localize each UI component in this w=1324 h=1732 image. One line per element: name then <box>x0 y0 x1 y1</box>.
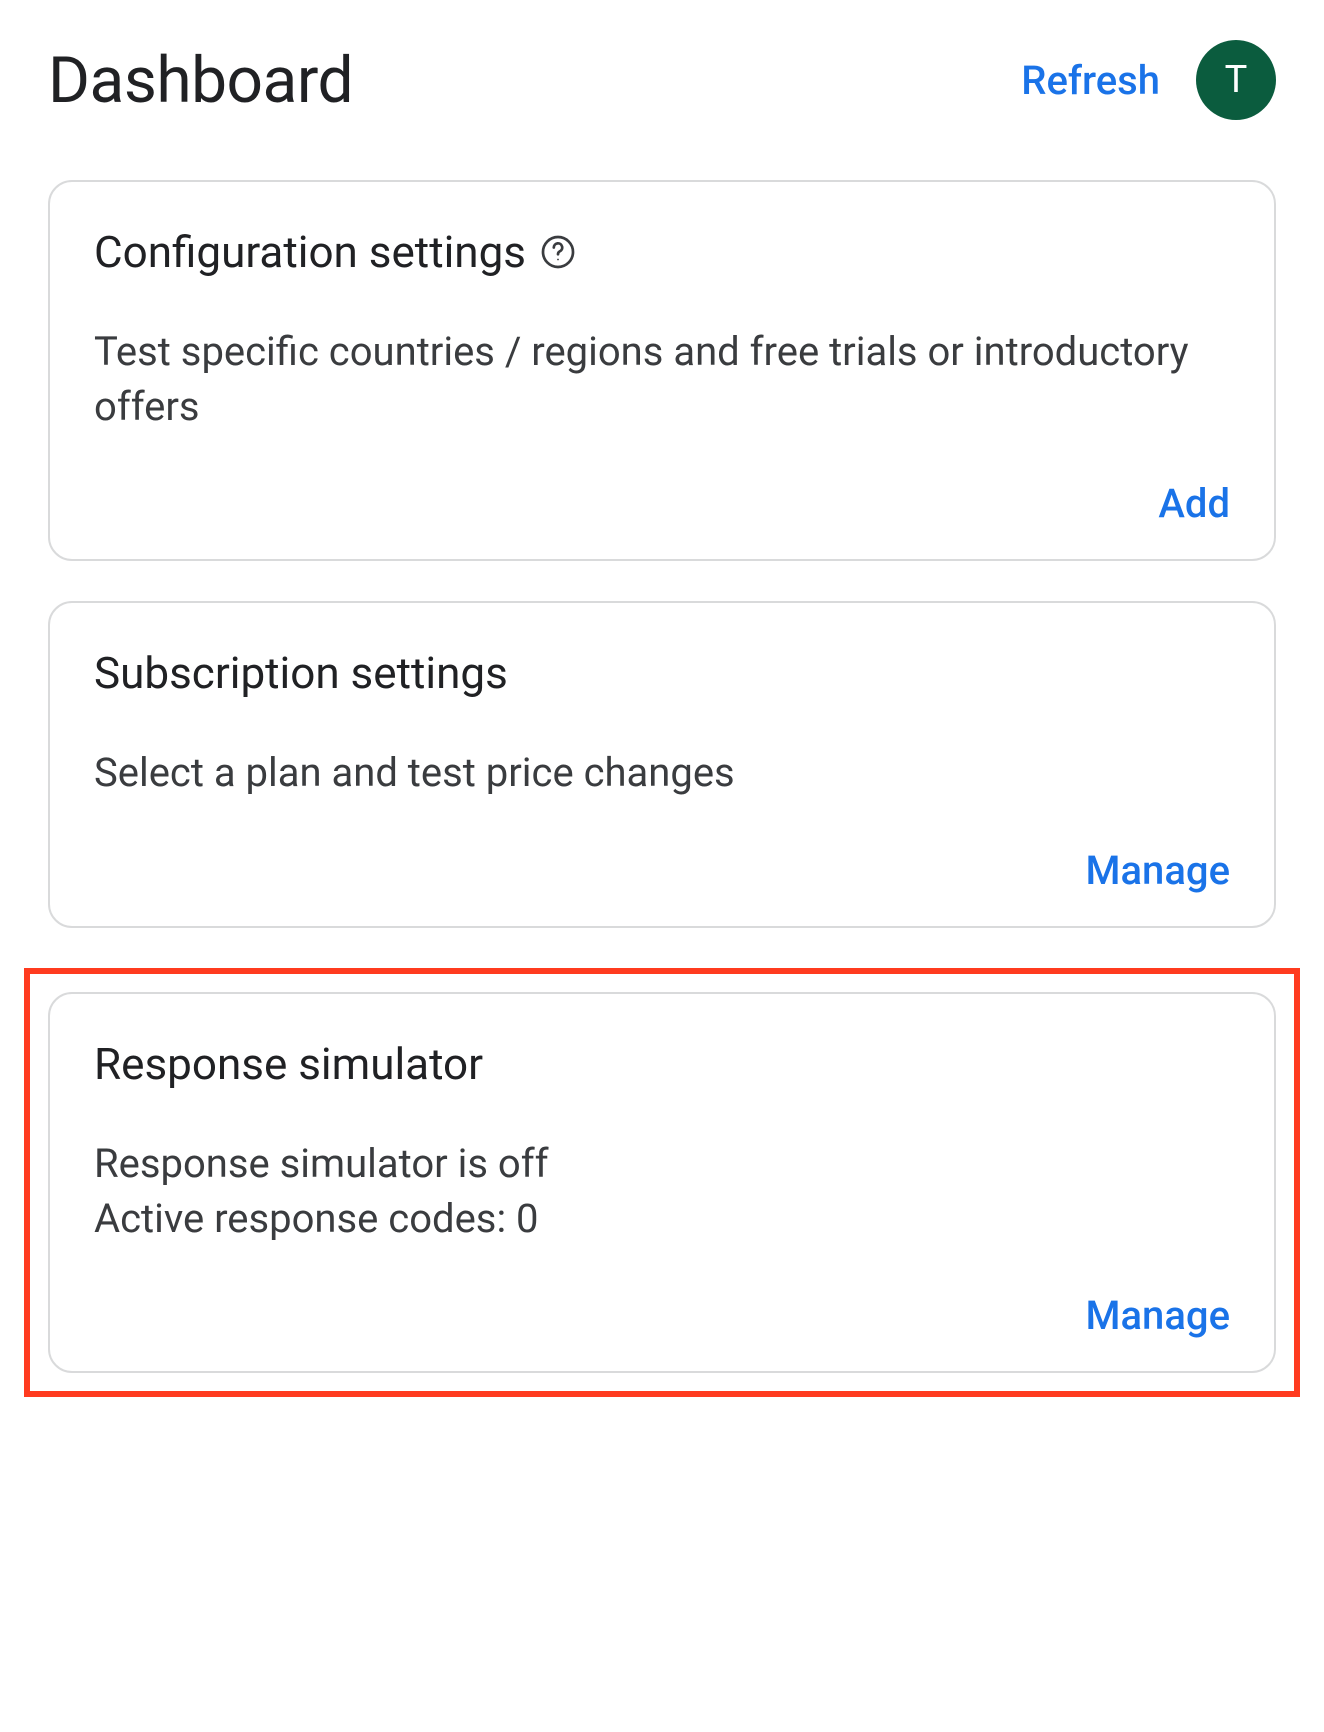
card-title: Response simulator <box>94 1038 483 1090</box>
card-title: Configuration settings <box>94 226 526 278</box>
avatar[interactable]: T <box>1196 40 1276 120</box>
help-circle-icon[interactable] <box>540 234 576 270</box>
refresh-button[interactable]: Refresh <box>1021 57 1160 104</box>
card-description: Test specific countries / regions and fr… <box>94 324 1230 434</box>
card-title: Subscription settings <box>94 647 508 699</box>
header-actions: Refresh T <box>1021 40 1276 120</box>
status-text: Response simulator is off <box>94 1136 1230 1191</box>
manage-button[interactable]: Manage <box>1086 847 1230 894</box>
card-title-row: Configuration settings <box>94 226 1230 278</box>
card-actions: Manage <box>94 847 1230 894</box>
active-codes-text: Active response codes: 0 <box>94 1191 1230 1246</box>
card-description: Select a plan and test price changes <box>94 745 1230 800</box>
card-actions: Manage <box>94 1292 1230 1339</box>
highlight-frame: Response simulator Response simulator is… <box>24 968 1300 1397</box>
card-title-row: Subscription settings <box>94 647 1230 699</box>
card-title-row: Response simulator <box>94 1038 1230 1090</box>
avatar-initial: T <box>1225 58 1248 102</box>
add-button[interactable]: Add <box>1158 480 1230 527</box>
card-actions: Add <box>94 480 1230 527</box>
card-description: Response simulator is off Active respons… <box>94 1136 1230 1246</box>
card-configuration-settings: Configuration settings Test specific cou… <box>48 180 1276 561</box>
card-response-simulator: Response simulator Response simulator is… <box>48 992 1276 1373</box>
page-title: Dashboard <box>48 43 353 118</box>
card-subscription-settings: Subscription settings Select a plan and … <box>48 601 1276 927</box>
header: Dashboard Refresh T <box>48 40 1276 120</box>
manage-button[interactable]: Manage <box>1086 1292 1230 1339</box>
